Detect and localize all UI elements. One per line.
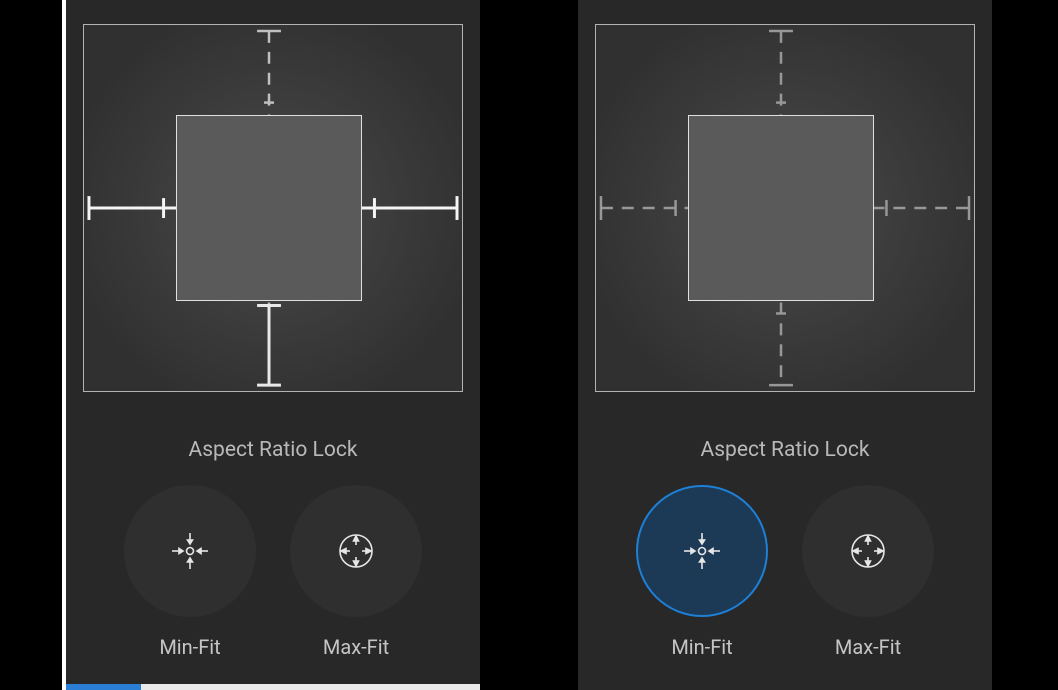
min-fit-label: Min-Fit: [671, 635, 732, 659]
min-fit-icon: [682, 531, 722, 571]
inner-crop-square[interactable]: [688, 115, 874, 301]
min-fit-circle[interactable]: [124, 485, 256, 617]
aspect-ratio-panel-left: Aspect Ratio Lock: [66, 0, 480, 690]
aspect-preview[interactable]: [83, 24, 463, 392]
bottom-scrubber[interactable]: [66, 684, 480, 690]
max-fit-circle[interactable]: [802, 485, 934, 617]
inner-crop-square[interactable]: [176, 115, 362, 301]
max-fit-icon: [336, 531, 376, 571]
aspect-ratio-panel-right: Aspect Ratio Lock: [578, 0, 992, 690]
section-label: Aspect Ratio Lock: [578, 438, 992, 462]
fit-buttons-row: Min-Fit Max-Fit: [66, 485, 480, 685]
min-fit-label: Min-Fit: [159, 635, 220, 659]
max-fit-icon: [848, 531, 888, 571]
min-fit-button[interactable]: Min-Fit: [636, 485, 768, 685]
max-fit-circle[interactable]: [290, 485, 422, 617]
max-fit-label: Max-Fit: [835, 635, 901, 659]
aspect-preview[interactable]: [595, 24, 975, 392]
min-fit-circle[interactable]: [636, 485, 768, 617]
min-fit-button[interactable]: Min-Fit: [124, 485, 256, 685]
max-fit-button[interactable]: Max-Fit: [802, 485, 934, 685]
min-fit-icon: [170, 531, 210, 571]
max-fit-label: Max-Fit: [323, 635, 389, 659]
fit-buttons-row: Min-Fit Max-Fit: [578, 485, 992, 685]
max-fit-button[interactable]: Max-Fit: [290, 485, 422, 685]
section-label: Aspect Ratio Lock: [66, 438, 480, 462]
